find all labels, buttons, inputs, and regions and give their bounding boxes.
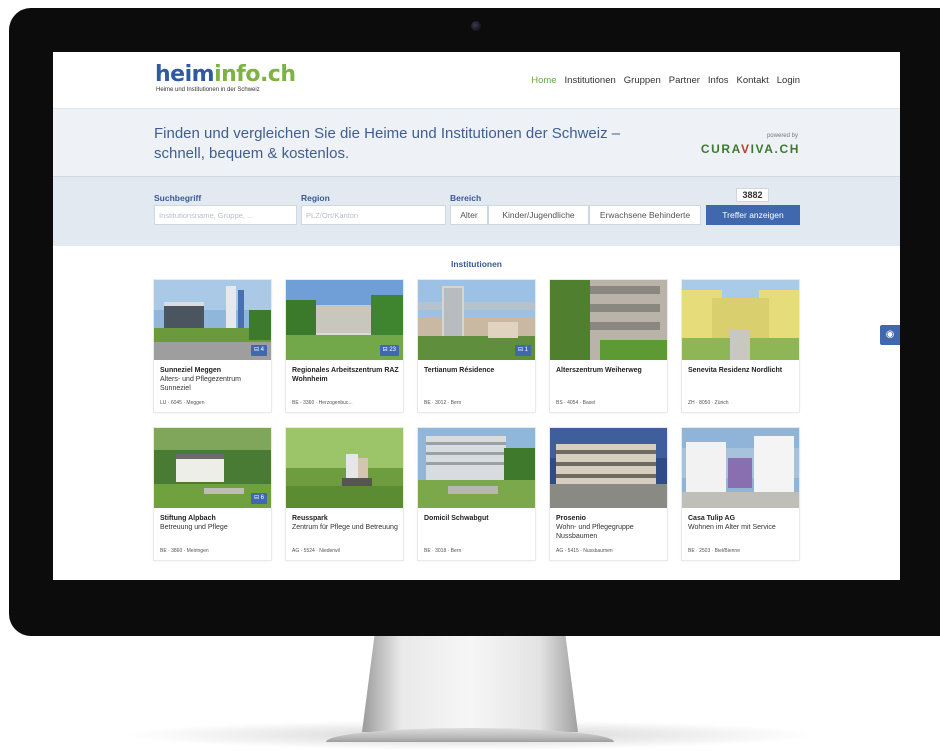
card-name: Casa Tulip AG: [688, 515, 736, 522]
card-location: AG · 5524 · Niederwil: [292, 548, 340, 554]
card-location: BE · 2503 · Biel/Bienne: [688, 548, 740, 554]
bed-icon: ⊟ 1: [514, 345, 531, 356]
card-name: Alterszentrum Weiherweg: [556, 367, 642, 374]
card-name: Stiftung Alpbach: [160, 515, 216, 522]
nav-item-login[interactable]: Login: [777, 75, 800, 86]
institution-card[interactable]: ⊟ 1 Tertianum Résidence BE · 3012 · Bern: [418, 280, 535, 412]
site-header: heiminfo.ch Heime und Institutionen in d…: [53, 52, 900, 108]
card-subtitle: Betreuung und Pflege: [160, 524, 228, 531]
card-subtitle: Wohnen im Alter mit Service: [688, 524, 776, 531]
institution-photo: [286, 428, 403, 508]
card-subtitle: Wohn- und Pflegegruppe Nussbaumen: [556, 524, 634, 540]
result-count: 3882: [736, 188, 769, 202]
card-location: AG · 5415 · Nussbaumen: [556, 548, 613, 554]
institution-photo: [682, 428, 799, 508]
card-location: BE · 3360 · Herzogenbuc...: [292, 400, 353, 406]
nav-item-institutionen[interactable]: Institutionen: [565, 75, 616, 86]
institution-card[interactable]: Domicil Schwabgut BE · 3018 · Bern: [418, 428, 535, 560]
institution-card[interactable]: Alterszentrum Weiherweg BS · 4054 · Base…: [550, 280, 667, 412]
logo-subtitle: Heime und Institutionen in der Schweiz: [156, 87, 260, 93]
eye-icon[interactable]: ◉: [880, 325, 900, 345]
search-panel: Suchbegriff Institutionsname, Gruppe, ..…: [53, 176, 900, 246]
main-nav: Home Institutionen Gruppen Partner Infos…: [531, 75, 800, 86]
card-name: Senevita Residenz Nordlicht: [688, 367, 783, 374]
card-name: Sunneziel Meggen: [160, 367, 222, 374]
hero-banner: Finden und vergleichen Sie die Heime und…: [53, 108, 900, 176]
institution-photo: [550, 428, 667, 508]
card-name: Domicil Schwabgut: [424, 515, 489, 522]
institution-photo: [418, 428, 535, 508]
site-logo[interactable]: heiminfo.ch: [155, 62, 296, 87]
curaviva-logo[interactable]: CURAVIVA.CH: [701, 142, 800, 156]
powered-by-label: powered by: [766, 133, 798, 139]
nav-item-gruppen[interactable]: Gruppen: [624, 75, 661, 86]
hero-title: Finden und vergleichen Sie die Heime und…: [154, 125, 621, 162]
region-input[interactable]: PLZ/Ort/Kanton: [301, 205, 446, 225]
institution-photo: [550, 280, 667, 360]
nav-item-infos[interactable]: Infos: [708, 75, 729, 86]
search-term-input[interactable]: Institutionsname, Gruppe, ...: [154, 205, 297, 225]
institution-photo: ⊟ 4: [154, 280, 271, 360]
card-location: ZH · 8050 · Zürich: [688, 400, 729, 406]
nav-item-partner[interactable]: Partner: [669, 75, 700, 86]
monitor-stand: [362, 632, 578, 732]
card-name: Prosenio: [556, 515, 586, 522]
card-location: BE · 3018 · Bern: [424, 548, 462, 554]
institution-photo: ⊟ 6: [154, 428, 271, 508]
card-location: BE · 3012 · Bern: [424, 400, 462, 406]
institution-card[interactable]: Casa Tulip AG Wohnen im Alter mit Servic…: [682, 428, 799, 560]
bed-icon: ⊟ 23: [379, 345, 399, 356]
card-location: BE · 3860 · Meiringen: [160, 548, 209, 554]
bed-icon: ⊟ 4: [250, 345, 267, 356]
nav-item-kontakt[interactable]: Kontakt: [737, 75, 769, 86]
institution-card[interactable]: ⊟ 4 Sunneziel Meggen Alters- und Pflegez…: [154, 280, 271, 412]
search-term-label: Suchbegriff: [154, 193, 202, 203]
card-name: Regionales Arbeitszentrum RAZ Wohnheim: [292, 367, 399, 383]
card-location: BS · 4054 · Basel: [556, 400, 596, 406]
card-name: Reusspark: [292, 515, 328, 522]
institution-card[interactable]: ⊟ 6 Stiftung Alpbach Betreuung und Pfleg…: [154, 428, 271, 560]
institution-card[interactable]: Prosenio Wohn- und Pflegegruppe Nussbaum…: [550, 428, 667, 560]
card-name: Tertianum Résidence: [424, 367, 495, 374]
area-option-erwachsene[interactable]: Erwachsene Behinderte: [589, 205, 701, 225]
institution-photo: [682, 280, 799, 360]
institution-photo: ⊟ 1: [418, 280, 535, 360]
card-location: LU · 6045 · Meggen: [160, 400, 205, 406]
camera-icon: [471, 21, 481, 31]
show-results-button[interactable]: Treffer anzeigen: [706, 205, 800, 225]
institution-card[interactable]: Senevita Residenz Nordlicht ZH · 8050 · …: [682, 280, 799, 412]
institution-card[interactable]: Reusspark Zentrum für Pflege und Betreuu…: [286, 428, 403, 560]
results-title: Institutionen: [451, 259, 502, 269]
card-subtitle: Alters- und Pflegezentrum Sunneziel: [160, 376, 241, 392]
bed-icon: ⊟ 6: [250, 493, 267, 504]
browser-viewport: heiminfo.ch Heime und Institutionen in d…: [53, 52, 900, 580]
area-option-alter[interactable]: Alter: [450, 205, 488, 225]
region-label: Region: [301, 193, 330, 203]
institution-photo: ⊟ 23: [286, 280, 403, 360]
nav-item-home[interactable]: Home: [531, 75, 556, 86]
card-subtitle: Zentrum für Pflege und Betreuung: [292, 524, 398, 531]
institution-card[interactable]: ⊟ 23 Regionales Arbeitszentrum RAZ Wohnh…: [286, 280, 403, 412]
area-label: Bereich: [450, 193, 482, 203]
area-option-kinder[interactable]: Kinder/Jugendliche: [488, 205, 589, 225]
